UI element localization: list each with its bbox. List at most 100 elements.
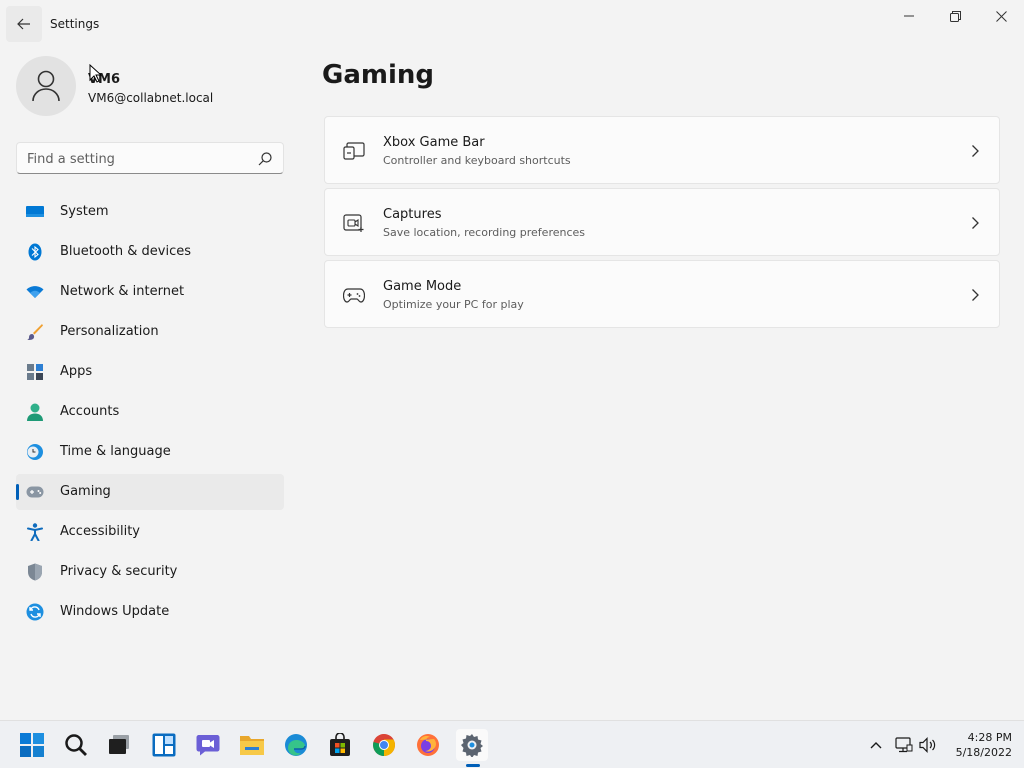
card-title: Captures xyxy=(383,207,442,222)
active-app-indicator xyxy=(466,764,480,767)
search-icon xyxy=(65,734,87,756)
accessibility-icon xyxy=(26,523,44,541)
back-button[interactable] xyxy=(6,6,42,42)
bluetooth-icon xyxy=(26,243,44,261)
sidebar-item-label: Personalization xyxy=(60,324,159,339)
sidebar-item-label: Accounts xyxy=(60,404,120,419)
user-email: VM6@collabnet.local xyxy=(88,91,214,105)
sidebar-item-label: Bluetooth & devices xyxy=(60,244,191,259)
file-explorer-icon xyxy=(240,736,264,755)
restore-icon xyxy=(949,10,961,22)
mouse-cursor-icon xyxy=(89,64,101,83)
person-icon xyxy=(32,70,60,102)
sidebar-item-bluetooth[interactable]: Bluetooth & devices xyxy=(16,234,284,270)
show-hidden-icons-button[interactable] xyxy=(866,735,886,755)
chat-icon xyxy=(196,735,220,756)
chevron-up-icon xyxy=(870,742,882,749)
user-profile[interactable]: VM6 VM6@collabnet.local xyxy=(16,56,286,120)
apps-icon xyxy=(26,363,44,381)
brush-icon xyxy=(26,323,44,341)
search-input[interactable] xyxy=(27,149,247,169)
widgets-button[interactable] xyxy=(148,729,180,761)
wifi-icon xyxy=(26,283,44,301)
minimize-icon xyxy=(904,15,914,17)
sidebar-item-network[interactable]: Network & internet xyxy=(16,274,284,310)
file-explorer-button[interactable] xyxy=(236,729,268,761)
store-button[interactable] xyxy=(324,729,356,761)
capture-icon xyxy=(343,214,364,232)
title-bar: Settings xyxy=(0,0,1024,48)
clock-date: 5/18/2022 xyxy=(955,746,1012,759)
sidebar-item-label: Accessibility xyxy=(60,524,140,539)
avatar[interactable] xyxy=(16,56,76,116)
sidebar-nav: System Bluetooth & devices Network & int… xyxy=(16,194,284,634)
monitor-icon xyxy=(26,203,44,221)
network-icon xyxy=(895,737,913,753)
person-icon xyxy=(26,403,44,421)
speaker-icon xyxy=(919,737,936,753)
sidebar-item-privacy-security[interactable]: Privacy & security xyxy=(16,554,284,590)
sidebar-item-time-language[interactable]: Time & language xyxy=(16,434,284,470)
network-status-button[interactable] xyxy=(894,735,914,755)
app-title: Settings xyxy=(50,17,100,31)
sidebar-item-gaming[interactable]: Gaming xyxy=(16,474,284,510)
chevron-right-icon xyxy=(972,145,979,157)
edge-icon xyxy=(285,734,307,756)
sidebar-item-label: Time & language xyxy=(60,444,171,459)
taskbar-clock[interactable]: 4:28 PM 5/18/2022 xyxy=(940,730,1012,760)
clock-time: 4:28 PM xyxy=(967,731,1012,744)
sidebar-item-windows-update[interactable]: Windows Update xyxy=(16,594,284,630)
card-subtitle: Controller and keyboard shortcuts xyxy=(383,154,571,167)
start-button[interactable] xyxy=(16,729,48,761)
chrome-button[interactable] xyxy=(368,729,400,761)
gamepad-icon xyxy=(343,288,365,303)
search-icon[interactable] xyxy=(257,151,273,167)
settings-cards: Xbox Game Bar Controller and keyboard sh… xyxy=(324,116,1000,332)
game-mode-card[interactable]: Game Mode Optimize your PC for play xyxy=(324,260,1000,328)
back-arrow-icon xyxy=(17,18,30,30)
page-title: Gaming xyxy=(322,60,435,90)
maximize-button[interactable] xyxy=(932,0,978,32)
captures-card[interactable]: Captures Save location, recording prefer… xyxy=(324,188,1000,256)
start-icon xyxy=(20,733,44,757)
xbox-game-bar-card[interactable]: Xbox Game Bar Controller and keyboard sh… xyxy=(324,116,1000,184)
sidebar-item-apps[interactable]: Apps xyxy=(16,354,284,390)
firefox-button[interactable] xyxy=(412,729,444,761)
sidebar-item-label: Gaming xyxy=(60,484,111,499)
card-title: Game Mode xyxy=(383,279,462,294)
task-view-icon xyxy=(109,735,129,754)
minimize-button[interactable] xyxy=(886,0,932,32)
widgets-icon xyxy=(152,733,176,757)
chevron-right-icon xyxy=(972,217,979,229)
gamepad-icon xyxy=(26,483,44,501)
taskbar-search-button[interactable] xyxy=(60,729,92,761)
sidebar-item-label: Network & internet xyxy=(60,284,185,299)
task-view-button[interactable] xyxy=(104,729,136,761)
sidebar-item-label: System xyxy=(60,204,109,219)
update-icon xyxy=(26,603,44,621)
chrome-icon xyxy=(373,734,395,756)
sidebar-item-label: Apps xyxy=(60,364,93,379)
card-subtitle: Save location, recording preferences xyxy=(383,226,586,239)
sidebar-item-label: Windows Update xyxy=(60,604,170,619)
clock-globe-icon xyxy=(26,443,44,461)
card-title: Xbox Game Bar xyxy=(383,135,485,150)
sidebar-item-accounts[interactable]: Accounts xyxy=(16,394,284,430)
settings-taskbar-button[interactable] xyxy=(456,729,488,761)
sidebar-item-system[interactable]: System xyxy=(16,194,284,230)
sidebar-item-label: Privacy & security xyxy=(60,564,178,579)
game-bar-icon xyxy=(343,142,365,160)
store-icon xyxy=(330,733,350,756)
chevron-right-icon xyxy=(972,289,979,301)
settings-icon xyxy=(461,734,483,757)
search-box[interactable] xyxy=(16,142,284,174)
close-button[interactable] xyxy=(978,0,1024,32)
sidebar-item-personalization[interactable]: Personalization xyxy=(16,314,284,350)
sidebar-item-accessibility[interactable]: Accessibility xyxy=(16,514,284,550)
selection-indicator xyxy=(16,484,19,500)
edge-button[interactable] xyxy=(280,729,312,761)
volume-button[interactable] xyxy=(918,735,938,755)
firefox-icon xyxy=(417,734,439,756)
chat-button[interactable] xyxy=(192,729,224,761)
card-subtitle: Optimize your PC for play xyxy=(383,298,524,311)
